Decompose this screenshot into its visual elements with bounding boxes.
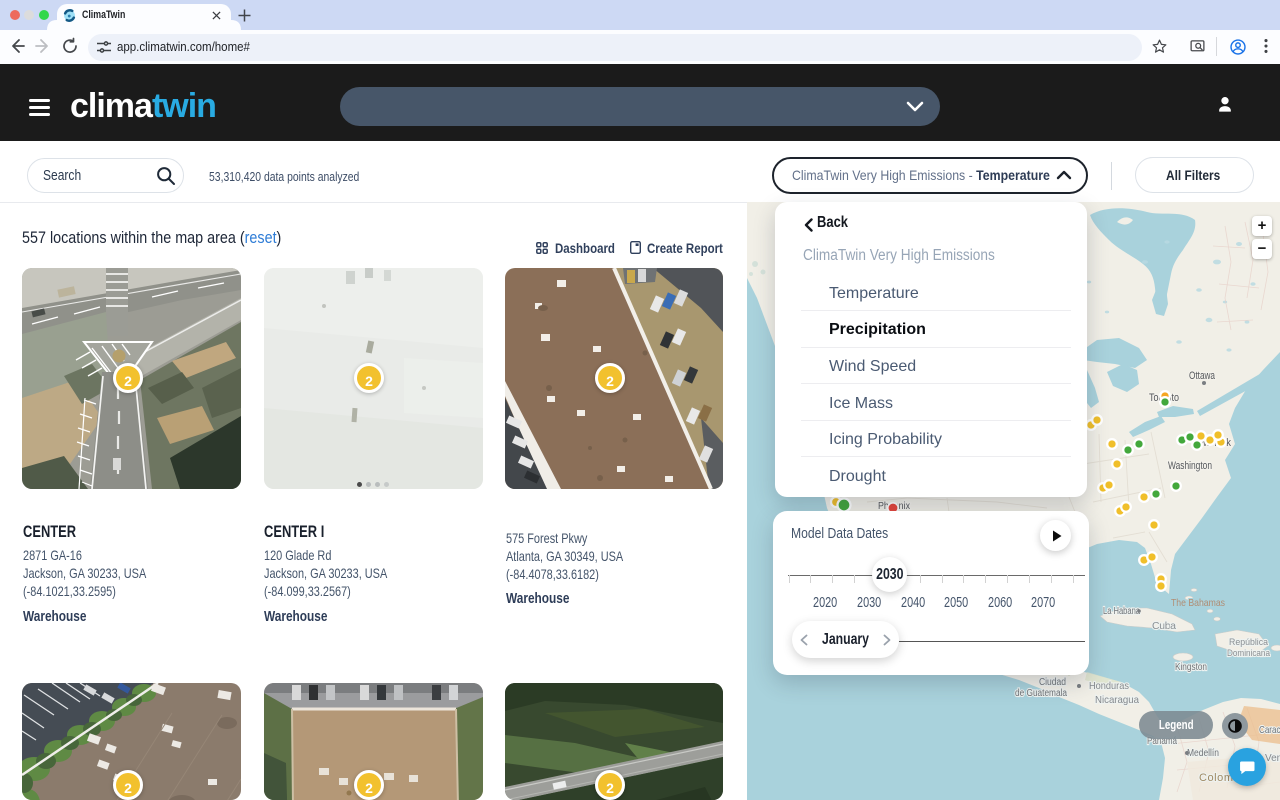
svg-text:Medellín: Medellín bbox=[1187, 747, 1219, 759]
svg-text:Ven: Ven bbox=[1265, 753, 1280, 764]
svg-text:Kingston: Kingston bbox=[1175, 662, 1207, 673]
svg-text:Cuba: Cuba bbox=[1152, 620, 1176, 632]
svg-text:República: República bbox=[1229, 637, 1269, 648]
svg-text:Ciudad: Ciudad bbox=[1039, 677, 1066, 688]
svg-text:de Guatemala: de Guatemala bbox=[1015, 688, 1067, 699]
svg-text:Ottawa: Ottawa bbox=[1189, 370, 1216, 382]
svg-text:The Bahamas: The Bahamas bbox=[1171, 597, 1225, 609]
svg-text:Washington: Washington bbox=[1168, 460, 1212, 472]
svg-text:Nicaragua: Nicaragua bbox=[1095, 694, 1139, 706]
svg-text:Caracas: Caracas bbox=[1259, 724, 1280, 736]
svg-text:Dominicana: Dominicana bbox=[1227, 648, 1271, 659]
svg-text:Honduras: Honduras bbox=[1089, 680, 1129, 692]
svg-text:Colom: Colom bbox=[1199, 772, 1233, 784]
svg-text:La Habana: La Habana bbox=[1103, 606, 1140, 617]
